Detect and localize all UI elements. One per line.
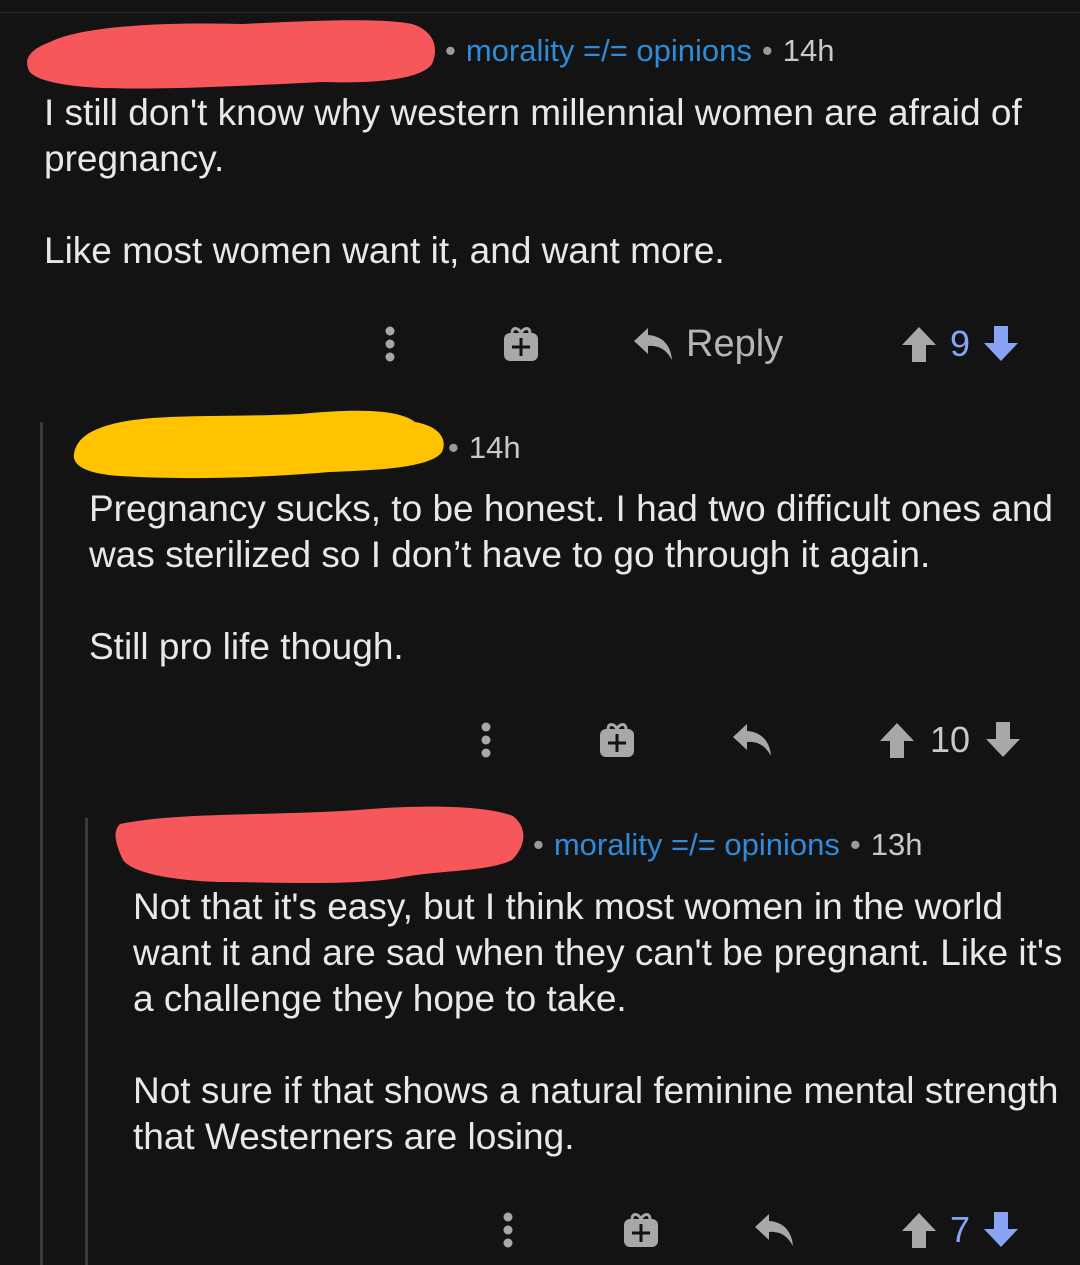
separator-dot: • <box>849 827 861 862</box>
comment-body: I still don't know why western millennia… <box>44 90 1054 274</box>
redacted-username <box>27 20 436 89</box>
comment-meta: • morality =/= opinions • 13h <box>533 827 923 863</box>
gift-icon <box>624 1213 658 1247</box>
comment-timestamp: 14h <box>782 33 835 68</box>
comment-actions: 10 <box>0 710 1080 770</box>
user-flair[interactable]: morality =/= opinions <box>554 827 840 863</box>
separator-dot: • <box>445 33 456 68</box>
redacted-username <box>115 806 524 883</box>
comment-paragraph: Pregnancy sucks, to be honest. I had two… <box>89 488 1053 575</box>
vote-score: 10 <box>929 719 971 760</box>
upvote-arrow-icon[interactable] <box>900 1210 938 1250</box>
comment-paragraph: Not that it's easy, but I think most wom… <box>133 886 1063 1019</box>
comment-paragraph: I still don't know why western millennia… <box>44 92 1022 179</box>
separator-dot: • <box>761 33 773 68</box>
comment-body: Not that it's easy, but I think most wom… <box>133 884 1068 1160</box>
downvote-arrow-icon[interactable] <box>984 720 1022 760</box>
comment-paragraph: Still pro life though. <box>89 626 404 667</box>
comment-paragraph: Like most women want it, and want more. <box>44 230 725 271</box>
vote-score: 9 <box>949 323 971 364</box>
more-options-button[interactable] <box>490 1200 526 1260</box>
reply-button[interactable] <box>728 710 776 770</box>
reply-arrow-icon <box>755 1214 793 1246</box>
user-flair[interactable]: morality =/= opinions <box>466 33 752 69</box>
downvote-arrow-icon[interactable] <box>982 1210 1020 1250</box>
vote-score: 7 <box>949 1209 971 1250</box>
more-options-button[interactable] <box>468 710 504 770</box>
vertical-dots-icon <box>503 1212 513 1248</box>
comment-timestamp: 13h <box>870 827 923 862</box>
more-options-button[interactable] <box>372 314 408 374</box>
gift-icon <box>504 327 538 361</box>
vertical-dots-icon <box>385 326 395 362</box>
separator-dot: • <box>448 430 459 465</box>
reply-label: Reply <box>686 322 784 365</box>
reply-button[interactable] <box>750 1200 798 1260</box>
thread-line-level-2[interactable] <box>85 818 88 1265</box>
comment-thread: • morality =/= opinions • 14h I still do… <box>0 0 1080 1265</box>
comment-actions: 7 <box>0 1200 1080 1260</box>
award-button[interactable] <box>618 1200 664 1260</box>
downvote-arrow-icon[interactable] <box>982 324 1020 364</box>
comment-body: Pregnancy sucks, to be honest. I had two… <box>89 486 1064 670</box>
upvote-arrow-icon[interactable] <box>878 720 916 760</box>
vote-control: 7 <box>882 1200 1038 1260</box>
vertical-dots-icon <box>481 722 491 758</box>
upvote-arrow-icon[interactable] <box>900 324 938 364</box>
vote-control: 10 <box>862 710 1038 770</box>
award-button[interactable] <box>498 314 544 374</box>
reply-arrow-icon <box>733 724 771 756</box>
comment-paragraph: Not sure if that shows a natural feminin… <box>133 1070 1059 1157</box>
comment-timestamp: 14h <box>468 430 521 465</box>
gift-icon <box>600 723 634 757</box>
reply-arrow-icon <box>634 328 672 360</box>
comment-meta: • 14h <box>448 430 521 466</box>
vote-control: 9 <box>882 314 1038 374</box>
award-button[interactable] <box>594 710 640 770</box>
thread-line-level-1[interactable] <box>40 422 43 1265</box>
reply-button[interactable]: Reply <box>632 314 802 374</box>
comment-actions: Reply 9 <box>0 314 1080 374</box>
separator-dot: • <box>533 827 544 862</box>
redacted-username <box>73 410 444 479</box>
comment-meta: • morality =/= opinions • 14h <box>445 33 835 69</box>
